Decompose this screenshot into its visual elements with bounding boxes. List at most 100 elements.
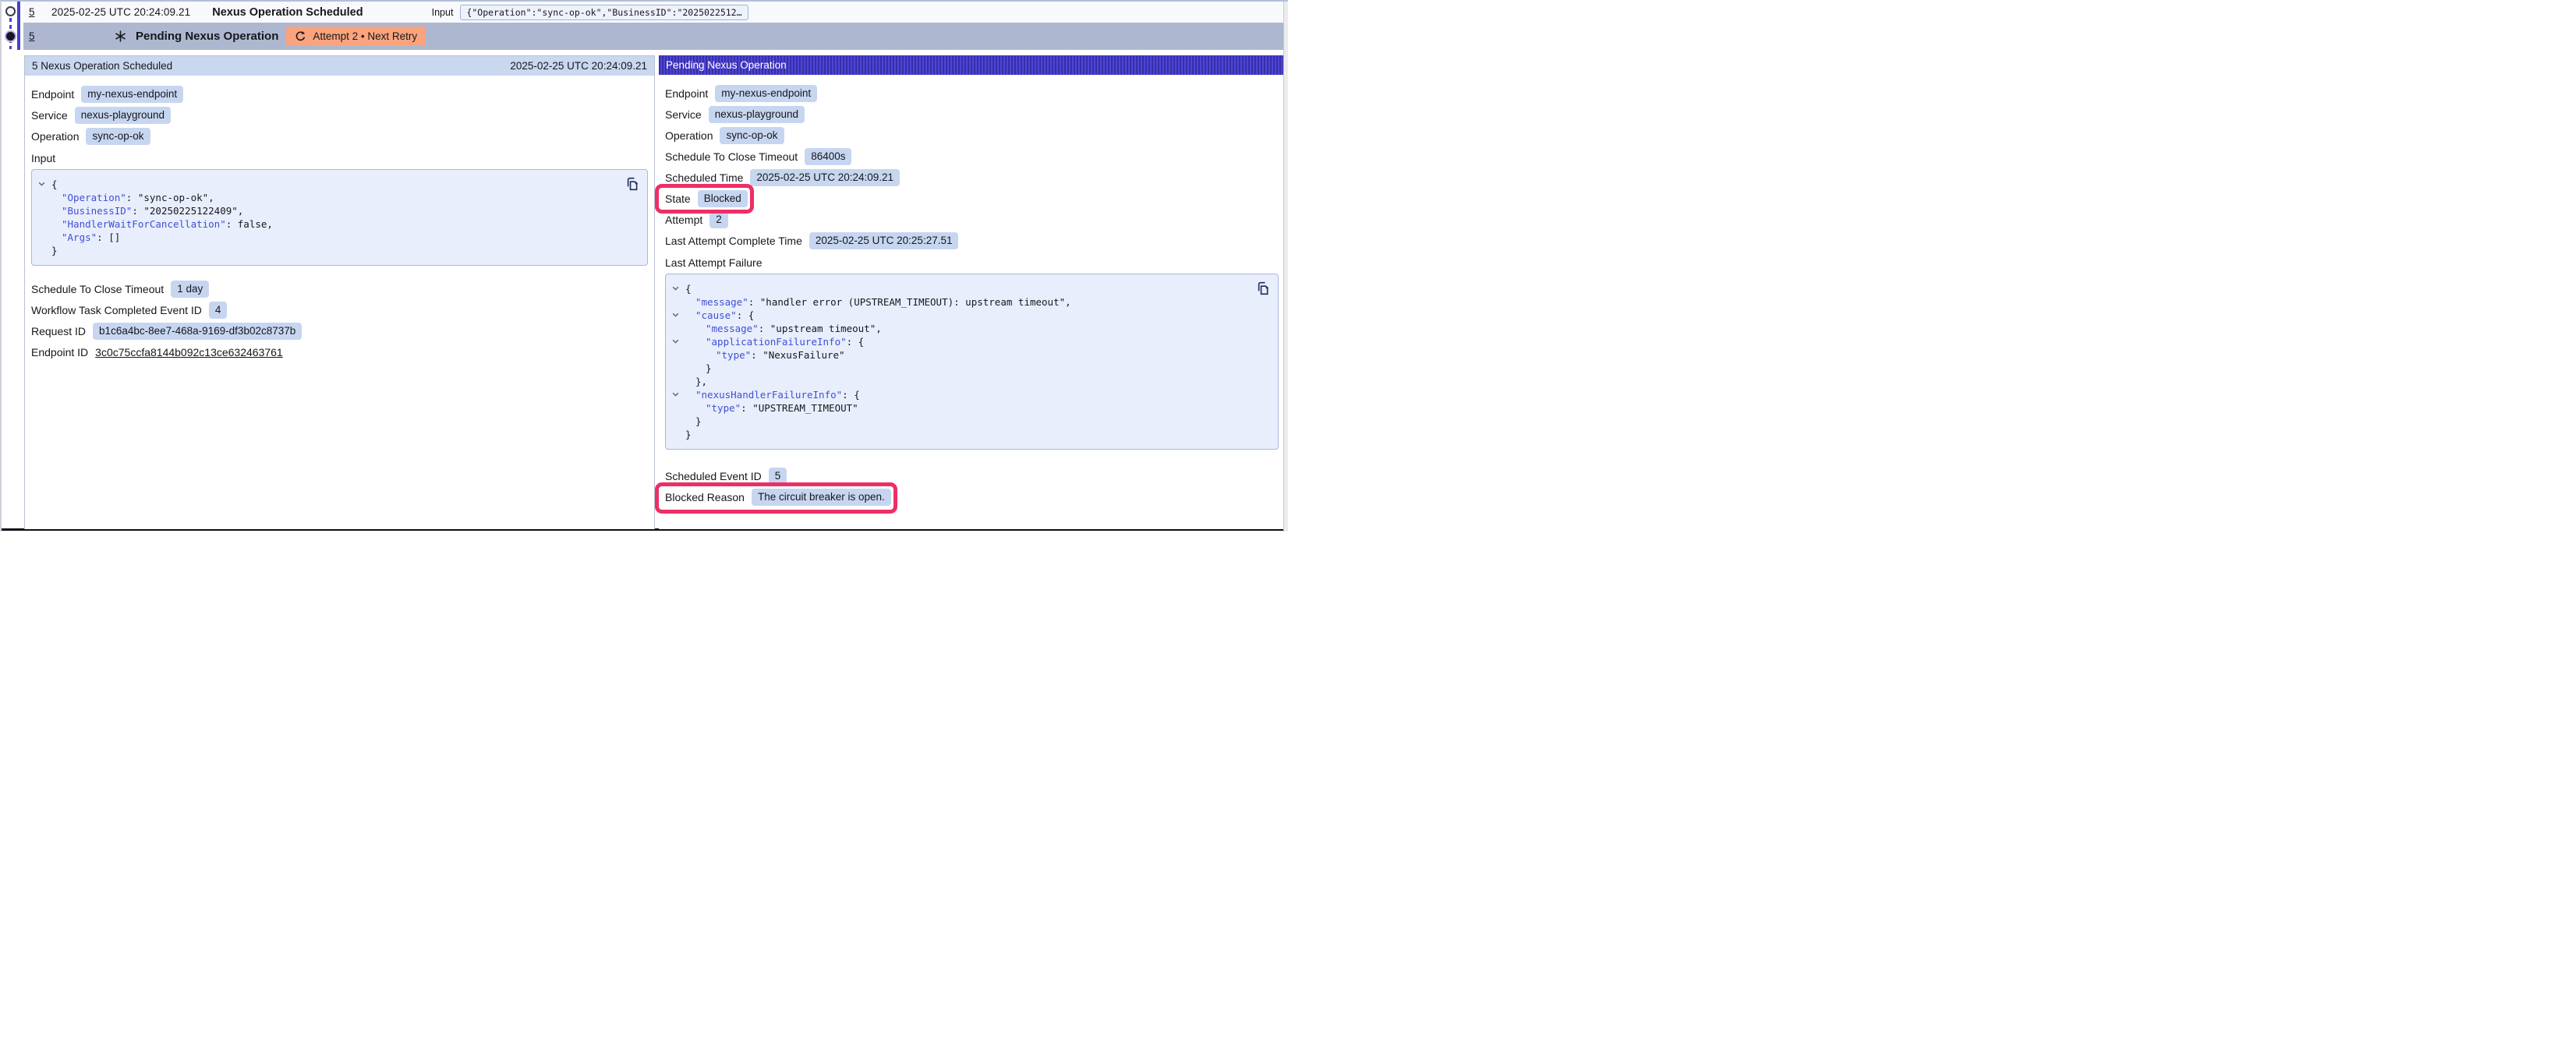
field-service: Service nexus-playground [31,107,648,124]
code-line: "Operation": "sync-op-ok", [38,191,639,204]
code-text: "applicationFailureInfo": { [685,335,864,348]
code-gutter [38,244,51,257]
retry-icon [295,30,306,42]
code-line: } [672,415,1270,428]
field-value-chip: The circuit breaker is open. [752,489,891,506]
code-line: "message": "handler error (UPSTREAM_TIME… [672,295,1270,309]
code-gutter [672,415,685,428]
scrollbar-gutter[interactable] [1283,2,1288,532]
code-text: "message": "handler error (UPSTREAM_TIME… [685,295,1071,309]
field-label: Service [665,108,702,121]
code-line: "cause": { [672,309,1270,322]
field-label: Endpoint [31,88,74,101]
copy-icon[interactable] [1256,281,1270,295]
field-attempt: Attempt 2 [665,211,1279,228]
code-text: } [685,428,692,441]
code-line: "nexusHandlerFailureInfo": { [672,388,1270,401]
collapse-chevron-icon[interactable] [672,309,685,322]
pending-fields-bottom: Scheduled Event ID5Blocked ReasonThe cir… [665,468,1279,506]
event-detail-fields-top: Endpoint my-nexus-endpoint Service nexus-pl… [31,86,648,145]
selected-event-indicator-bar [17,2,20,50]
pending-asterisk-icon [115,30,126,42]
code-text: } [685,362,712,375]
event-detail-panel: 5 Nexus Operation Scheduled 2025-02-25 U… [24,55,655,529]
code-line: "Args": [] [38,231,639,244]
field-value-chip: 2025-02-25 UTC 20:24:09.21 [750,169,900,186]
event-title: Nexus Operation Scheduled [212,6,363,19]
field-label: Operation [31,130,79,143]
event-timeline-gutter [2,2,23,56]
failure-json-viewer: {"message": "handler error (UPSTREAM_TIM… [665,274,1279,450]
field-label: Workflow Task Completed Event ID [31,304,202,316]
event-detail-header: 5 Nexus Operation Scheduled 2025-02-25 U… [25,56,654,76]
field-value-chip: Blocked [698,190,748,207]
event-input-label: Input [432,7,454,18]
field-label: Endpoint [665,87,708,100]
field-value-link[interactable]: 3c0c75ccfa8144b092c13ce632463761 [95,346,283,358]
field-value-chip: 4 [209,302,228,319]
field-operation: Operationsync-op-ok [665,127,1279,144]
code-gutter [672,401,685,415]
field-value-chip: b1c6a4bc-8ee7-468a-9169-df3b02c8737b [93,323,302,340]
field-value-chip: 2025-02-25 UTC 20:25:27.51 [809,232,959,249]
timeline-open-circle-icon [5,6,16,16]
event-timestamp: 2025-02-25 UTC 20:24:09.21 [51,6,190,18]
pending-title: Pending Nexus Operation [136,30,278,43]
field-endpoint-id: Endpoint ID3c0c75ccfa8144b092c13ce632463… [31,344,648,361]
collapse-chevron-icon[interactable] [672,282,685,295]
code-gutter [672,295,685,309]
code-text: "message": "upstream timeout", [685,322,882,335]
code-gutter [672,348,685,362]
pending-operation-title: Pending Nexus Operation [666,59,787,71]
field-value-chip: 1 day [171,281,209,298]
event-id-link[interactable]: 5 [29,6,40,18]
pending-fields-top: Endpoint my-nexus-endpoint Servicenexus-pl… [665,85,1279,249]
field-label: Attempt [665,214,702,226]
field-value-chip: nexus-playground [75,107,171,124]
copy-icon[interactable] [625,177,639,191]
collapse-chevron-icon[interactable] [672,388,685,401]
code-gutter [38,204,51,217]
field-label: Scheduled Time [665,171,743,184]
field-value-chip: 86400s [805,148,851,165]
code-line: { [672,282,1270,295]
timeline-filled-dot-icon [5,30,16,42]
pending-operation-header: Pending Nexus Operation [659,55,1285,75]
attempt-retry-badge: Attempt 2 • Next Retry [286,26,426,46]
field-state: StateBlocked [665,190,748,207]
code-text: "type": "NexusFailure" [685,348,845,362]
field-label: Service [31,109,68,122]
event-row-scheduled[interactable]: 5 2025-02-25 UTC 20:24:09.21 Nexus Opera… [23,2,1285,23]
code-gutter [672,362,685,375]
input-section-label: Input [31,152,648,164]
pending-operation-row[interactable]: 5 Pending Nexus Operation Attempt 2 • Ne… [23,23,1285,50]
field-operation: Operationsync-op-ok [31,128,648,145]
code-text: "Operation": "sync-op-ok", [51,191,214,204]
event-detail-timestamp: 2025-02-25 UTC 20:24:09.21 [510,60,647,72]
code-line: }, [672,375,1270,388]
collapse-chevron-icon[interactable] [672,335,685,348]
code-text: } [51,244,58,257]
field-label: Blocked Reason [665,491,745,503]
code-text: "nexusHandlerFailureInfo": { [685,388,860,401]
field-value-chip: sync-op-ok [720,127,784,144]
code-text: "cause": { [685,309,754,322]
field-last-attempt-complete-time: Last Attempt Complete Time 2025-02-25 UTC… [665,232,1279,249]
code-gutter [672,428,685,441]
field-value-chip: 2 [709,211,728,228]
field-value-chip: my-nexus-endpoint [81,86,183,103]
code-text: { [51,178,58,191]
code-line: "HandlerWaitForCancellation": false, [38,217,639,231]
code-text: "BusinessID": "20250225122409", [51,204,243,217]
field-service: Servicenexus-playground [665,106,1279,123]
event-input-preview-chip[interactable]: {"Operation":"sync-op-ok","BusinessID":"… [460,5,748,20]
field-value-chip: my-nexus-endpoint [715,85,817,102]
code-line: "BusinessID": "20250225122409", [38,204,639,217]
pending-id-link[interactable]: 5 [29,30,40,42]
failure-json-lines: {"message": "handler error (UPSTREAM_TIM… [672,282,1270,441]
field-label: Last Attempt Complete Time [665,235,802,247]
code-line: { [38,178,639,191]
collapse-chevron-icon[interactable] [38,178,51,191]
code-line: "type": "UPSTREAM_TIMEOUT" [672,401,1270,415]
pending-operation-panel: Pending Nexus Operation Endpoint my-nexus… [659,55,1285,529]
